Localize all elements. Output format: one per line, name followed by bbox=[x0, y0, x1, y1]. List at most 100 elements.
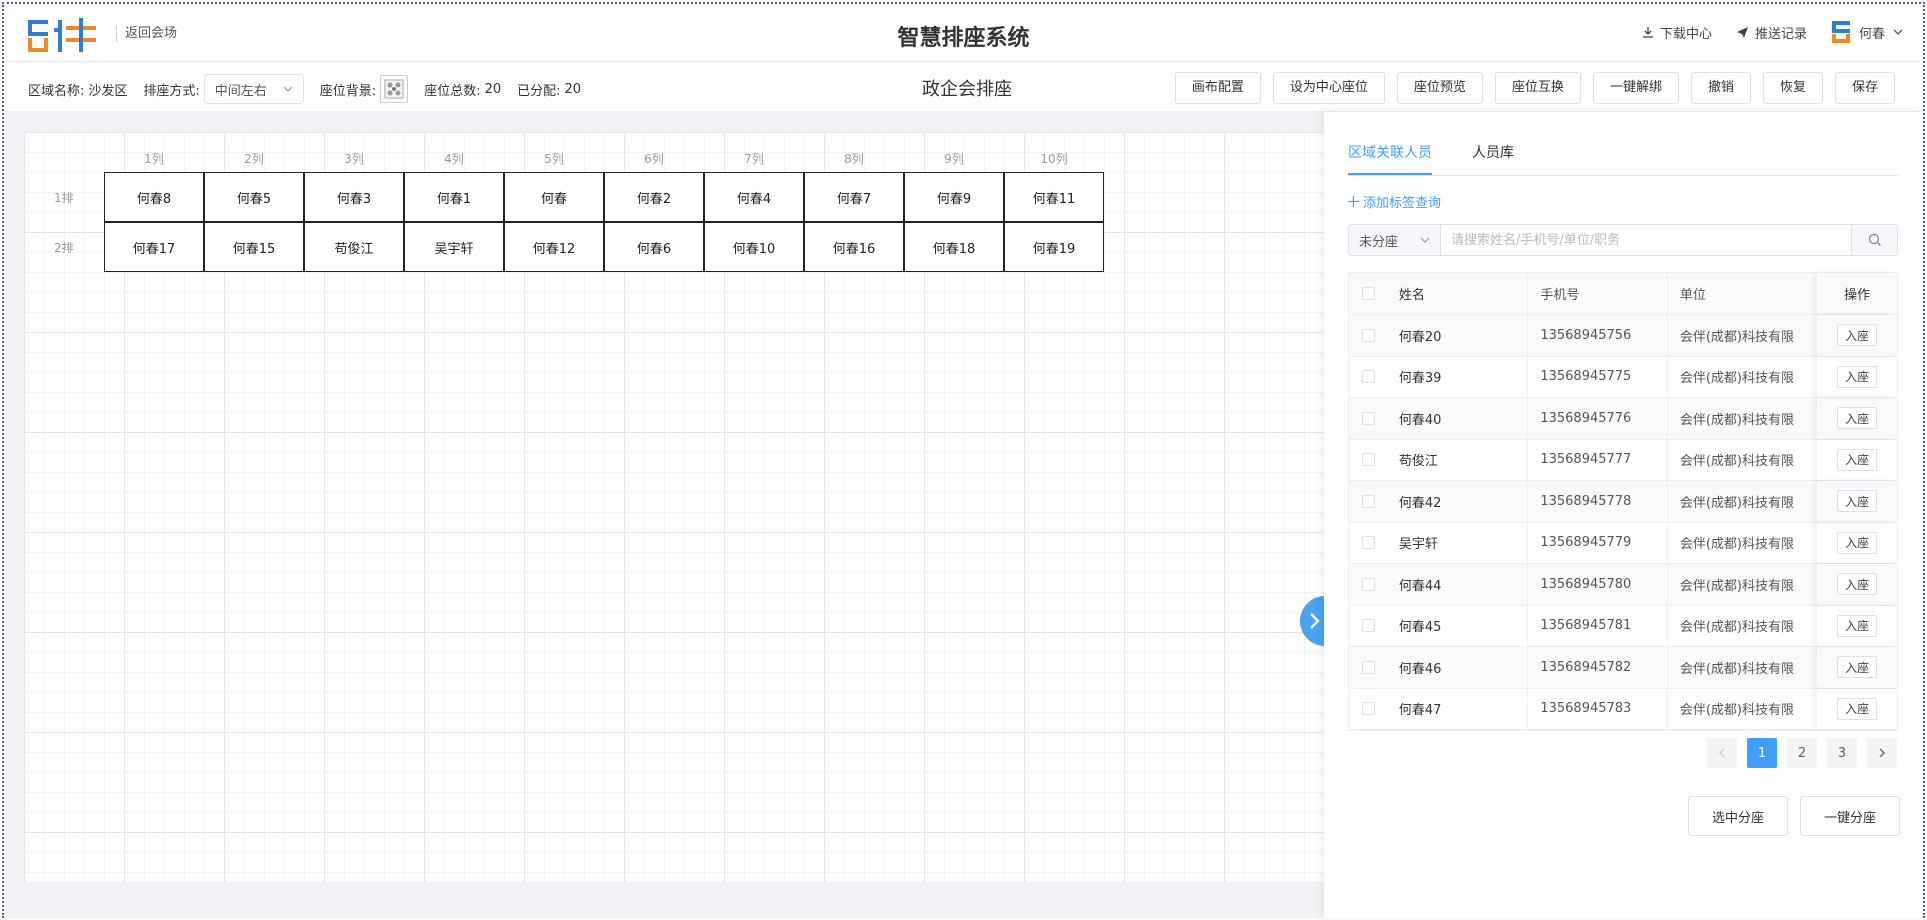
row-checkbox[interactable] bbox=[1362, 660, 1376, 674]
take-seat-button[interactable]: 入座 bbox=[1837, 573, 1878, 596]
seating-mode: 排座方式: 中间左右 bbox=[143, 74, 304, 104]
header-name: 姓名 bbox=[1389, 273, 1529, 314]
chevron-right-icon bbox=[1310, 613, 1320, 629]
toolbar-buttons: 画布配置 设为中心座位 座位预览 座位互换 一键解绑 撤销 恢复 保存 bbox=[1174, 72, 1895, 104]
take-seat-button[interactable]: 入座 bbox=[1837, 531, 1878, 554]
chevron-down-icon bbox=[1420, 237, 1430, 243]
page-button-3[interactable]: 3 bbox=[1827, 738, 1857, 768]
take-seat-button[interactable]: 入座 bbox=[1837, 490, 1878, 513]
header-op: 操作 bbox=[1817, 273, 1897, 314]
column-label: 6列 bbox=[644, 152, 664, 166]
cell-phone: 13568945775 bbox=[1528, 356, 1668, 397]
row-checkbox[interactable] bbox=[1362, 702, 1376, 716]
row-checkbox[interactable] bbox=[1362, 536, 1376, 550]
row-checkbox[interactable] bbox=[1362, 411, 1376, 425]
seat-total: 座位总数: 20 bbox=[424, 80, 501, 99]
cell-phone: 13568945756 bbox=[1528, 315, 1668, 356]
tab-attendee-library[interactable]: 人员库 bbox=[1472, 142, 1514, 175]
seat-canvas[interactable]: 1列 2列 3列 4列 5列 6列 7列 8列 9列 10列 1排 何春8 何春5 何春3 何春1 何春 何春2… bbox=[24, 132, 1324, 882]
seat[interactable]: 何春19 bbox=[1004, 222, 1104, 272]
pagination: 1 2 3 bbox=[1707, 738, 1897, 768]
image-icon bbox=[384, 79, 404, 99]
download-center-link[interactable]: 下载中心 bbox=[1642, 23, 1712, 42]
page-button-1[interactable]: 1 bbox=[1747, 738, 1777, 768]
attendee-panel: 区域关联人员 人员库 添加标签查询 未分座 姓名 手机号 单位 操作 何春201… bbox=[1324, 112, 1923, 918]
search-button[interactable] bbox=[1851, 225, 1897, 255]
auto-assign-button[interactable]: 一键分座 bbox=[1800, 796, 1900, 836]
set-center-seat-button[interactable]: 设为中心座位 bbox=[1272, 72, 1385, 104]
prev-page-button[interactable] bbox=[1707, 738, 1737, 768]
row-checkbox[interactable] bbox=[1362, 619, 1376, 633]
seat-background: 座位背景: bbox=[320, 75, 409, 103]
take-seat-button[interactable]: 入座 bbox=[1837, 656, 1878, 679]
unbind-all-button[interactable]: 一键解绑 bbox=[1592, 72, 1679, 104]
column-label: 5列 bbox=[544, 152, 564, 166]
cell-name: 苟俊江 bbox=[1389, 439, 1529, 480]
user-menu[interactable]: 何春 bbox=[1831, 20, 1903, 44]
seat-background-picker[interactable] bbox=[380, 75, 409, 103]
seat-swap-button[interactable]: 座位互换 bbox=[1494, 72, 1581, 104]
cell-phone: 13568945780 bbox=[1528, 564, 1668, 605]
take-seat-button[interactable]: 入座 bbox=[1837, 324, 1878, 347]
table-row: 何春44 13568945780 会伴(成都)科技有限 入座 bbox=[1349, 564, 1897, 606]
seat[interactable]: 何春10 bbox=[704, 222, 804, 272]
send-icon bbox=[1736, 26, 1748, 38]
seat[interactable]: 何春3 bbox=[304, 172, 404, 222]
row-checkbox[interactable] bbox=[1362, 494, 1376, 508]
row-checkbox[interactable] bbox=[1362, 328, 1376, 342]
seat-status-filter[interactable]: 未分座 bbox=[1349, 225, 1441, 255]
redo-button[interactable]: 恢复 bbox=[1762, 72, 1823, 104]
seat[interactable]: 何春15 bbox=[204, 222, 304, 272]
seat[interactable]: 何春5 bbox=[204, 172, 304, 222]
seat[interactable]: 何春16 bbox=[804, 222, 904, 272]
search-input[interactable] bbox=[1441, 225, 1851, 255]
cell-unit: 会伴(成都)科技有限 bbox=[1679, 578, 1794, 594]
take-seat-button[interactable]: 入座 bbox=[1837, 365, 1878, 388]
take-seat-button[interactable]: 入座 bbox=[1837, 697, 1878, 720]
seat[interactable]: 何春11 bbox=[1004, 172, 1104, 222]
save-button[interactable]: 保存 bbox=[1834, 72, 1895, 104]
seat[interactable]: 何春7 bbox=[804, 172, 904, 222]
seat[interactable]: 何春6 bbox=[604, 222, 704, 272]
seat[interactable]: 苟俊江 bbox=[304, 222, 404, 272]
seat[interactable]: 吴宇轩 bbox=[404, 222, 504, 272]
take-seat-button[interactable]: 入座 bbox=[1837, 407, 1878, 430]
add-tag-query-link[interactable]: 添加标签查询 bbox=[1348, 192, 1441, 211]
download-center-label: 下载中心 bbox=[1659, 26, 1712, 42]
page-button-2[interactable]: 2 bbox=[1787, 738, 1817, 768]
row-checkbox[interactable] bbox=[1362, 453, 1376, 467]
seat[interactable]: 何春1 bbox=[404, 172, 504, 222]
table-row: 何春40 13568945776 会伴(成都)科技有限 入座 bbox=[1349, 398, 1897, 440]
column-label: 3列 bbox=[344, 152, 364, 166]
mode-select[interactable]: 中间左右 bbox=[203, 74, 304, 104]
seat[interactable]: 何春9 bbox=[904, 172, 1004, 222]
select-all-checkbox[interactable] bbox=[1362, 287, 1376, 300]
seat[interactable]: 何春12 bbox=[504, 222, 604, 272]
cell-phone: 13568945783 bbox=[1528, 688, 1668, 729]
cell-unit: 会伴(成都)科技有限 bbox=[1679, 703, 1794, 719]
take-seat-button[interactable]: 入座 bbox=[1837, 614, 1878, 637]
push-records-link[interactable]: 推送记录 bbox=[1736, 23, 1807, 42]
push-records-label: 推送记录 bbox=[1754, 26, 1807, 42]
row-label: 2排 bbox=[54, 241, 74, 255]
cell-phone: 13568945781 bbox=[1528, 605, 1668, 646]
seat[interactable]: 何春4 bbox=[704, 172, 804, 222]
seat[interactable]: 何春 bbox=[504, 172, 604, 222]
seat[interactable]: 何春2 bbox=[604, 172, 704, 222]
row-checkbox[interactable] bbox=[1362, 577, 1376, 591]
canvas-config-button[interactable]: 画布配置 bbox=[1174, 72, 1261, 104]
take-seat-button[interactable]: 入座 bbox=[1837, 448, 1878, 471]
tab-area-attendees[interactable]: 区域关联人员 bbox=[1348, 142, 1432, 175]
seat[interactable]: 何春8 bbox=[104, 172, 204, 222]
undo-button[interactable]: 撤销 bbox=[1690, 72, 1751, 104]
header-unit: 单位 bbox=[1679, 288, 1706, 303]
seat-preview-button[interactable]: 座位预览 bbox=[1396, 72, 1483, 104]
next-page-button[interactable] bbox=[1867, 738, 1897, 768]
seat[interactable]: 何春17 bbox=[104, 222, 204, 272]
seat[interactable]: 何春18 bbox=[904, 222, 1004, 272]
cell-name: 何春42 bbox=[1389, 481, 1529, 522]
seat-assigned: 已分配: 20 bbox=[517, 80, 581, 99]
assign-selected-button[interactable]: 选中分座 bbox=[1688, 796, 1788, 836]
row-checkbox[interactable] bbox=[1362, 370, 1376, 384]
cell-phone: 13568945776 bbox=[1528, 398, 1668, 439]
